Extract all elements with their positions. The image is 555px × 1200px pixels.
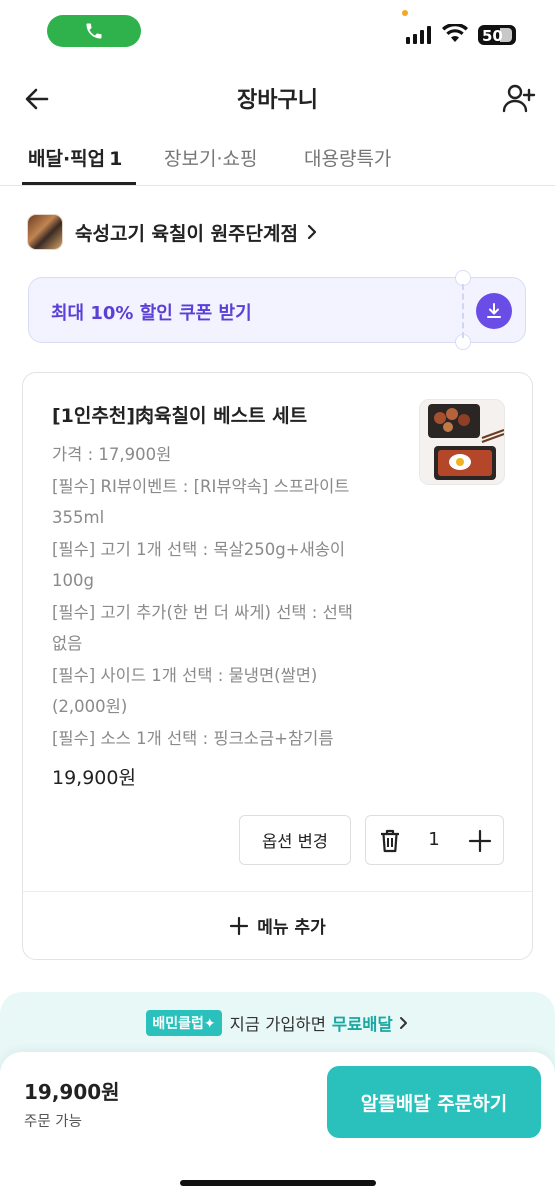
order-bar: 19,900원 주문 가능 알뜰배달 주문하기: [0, 1052, 555, 1200]
tab-delivery-pickup[interactable]: 배달·픽업 1: [28, 144, 122, 171]
store-thumbnail: [27, 214, 63, 250]
tab-grocery-shopping[interactable]: 장보기·쇼핑: [164, 144, 257, 171]
status-bar: 50: [0, 0, 555, 62]
coupon-banner[interactable]: 최대 10% 할인 쿠폰 받기: [28, 270, 526, 350]
call-indicator[interactable]: [47, 15, 141, 47]
option-line: [필수] 사이드 1개 선택 : 물냉면(쌀면): [52, 665, 318, 685]
battery-level: 50: [482, 27, 503, 45]
option-line: 가격 : 17,900원: [52, 445, 172, 464]
plus-icon: [230, 916, 249, 935]
option-line: [필수] RI뷰이벤트 : [RI뷰약속] 스프라이트: [52, 476, 350, 496]
tab-label: 배달·픽업: [28, 148, 106, 170]
baemin-club-promo[interactable]: 배민클럽✦ 지금 가입하면 무료배달: [0, 1010, 555, 1036]
promo-highlight: 무료배달: [331, 1015, 393, 1034]
option-line: [필수] 소스 1개 선택 : 핑크소금+참기름: [52, 728, 334, 748]
header: 장바구니: [0, 70, 555, 126]
tab-bulk-deals[interactable]: 대용량특가: [304, 144, 391, 171]
trash-icon[interactable]: [378, 828, 402, 854]
item-options: 가격 : 17,900원 [필수] RI뷰이벤트 : [RI뷰약속] 스프라이트…: [52, 439, 397, 754]
club-badge: 배민클럽✦: [146, 1010, 222, 1036]
item-total-price: 19,900원: [52, 767, 136, 789]
phone-icon: [86, 23, 102, 39]
active-tab-indicator: [22, 182, 136, 185]
wifi-icon: [442, 24, 468, 42]
change-option-button[interactable]: 옵션 변경: [239, 815, 351, 865]
coupon-download-button[interactable]: [476, 293, 512, 329]
option-line: [필수] 고기 1개 선택 : 목살250g+새송이: [52, 539, 346, 559]
cart-item-card: [1인추천]肉육칠이 베스트 세트 가격 : 17,900원 [필수] RI뷰이…: [22, 372, 533, 960]
order-total: 19,900원: [24, 1080, 120, 1104]
cart-tabs: 배달·픽업 1 장보기·쇼핑 대용량특가: [0, 134, 555, 186]
promo-text: 지금 가입하면: [229, 1015, 326, 1034]
store-name: 숙성고기 육칠이 원주단계점: [75, 222, 298, 245]
store-link[interactable]: 숙성고기 육칠이 원주단계점: [27, 212, 318, 252]
order-button[interactable]: 알뜰배달 주문하기: [327, 1066, 541, 1138]
add-menu-button[interactable]: 메뉴 추가: [23, 892, 532, 959]
option-line: (2,000원): [52, 697, 128, 716]
privacy-dot: [402, 10, 408, 16]
coupon-text: 최대 10% 할인 쿠폰 받기: [51, 303, 252, 324]
option-line: 없음: [52, 634, 83, 653]
item-name: [1인추천]肉육칠이 베스트 세트: [52, 405, 308, 427]
quantity-value: 1: [428, 829, 440, 850]
option-line: 355ml: [52, 508, 105, 527]
tab-count: 1: [109, 148, 123, 170]
download-icon: [487, 303, 501, 318]
home-indicator: [180, 1180, 376, 1186]
coupon-divider: [462, 284, 464, 338]
chevron-right-icon: [307, 224, 317, 240]
item-image: [419, 399, 505, 485]
chevron-right-icon: [399, 1017, 407, 1029]
signal-icon: [406, 26, 431, 44]
quantity-stepper: 1: [365, 815, 504, 865]
order-status: 주문 가능: [24, 1114, 82, 1130]
option-line: [필수] 고기 추가(한 번 더 싸게) 선택 : 선택: [52, 602, 353, 622]
add-menu-label: 메뉴 추가: [257, 918, 326, 938]
plus-icon[interactable]: [467, 828, 493, 854]
page-title: 장바구니: [237, 88, 318, 113]
add-user-icon[interactable]: [501, 82, 537, 114]
option-line: 100g: [52, 571, 94, 590]
food-image: [420, 400, 504, 484]
